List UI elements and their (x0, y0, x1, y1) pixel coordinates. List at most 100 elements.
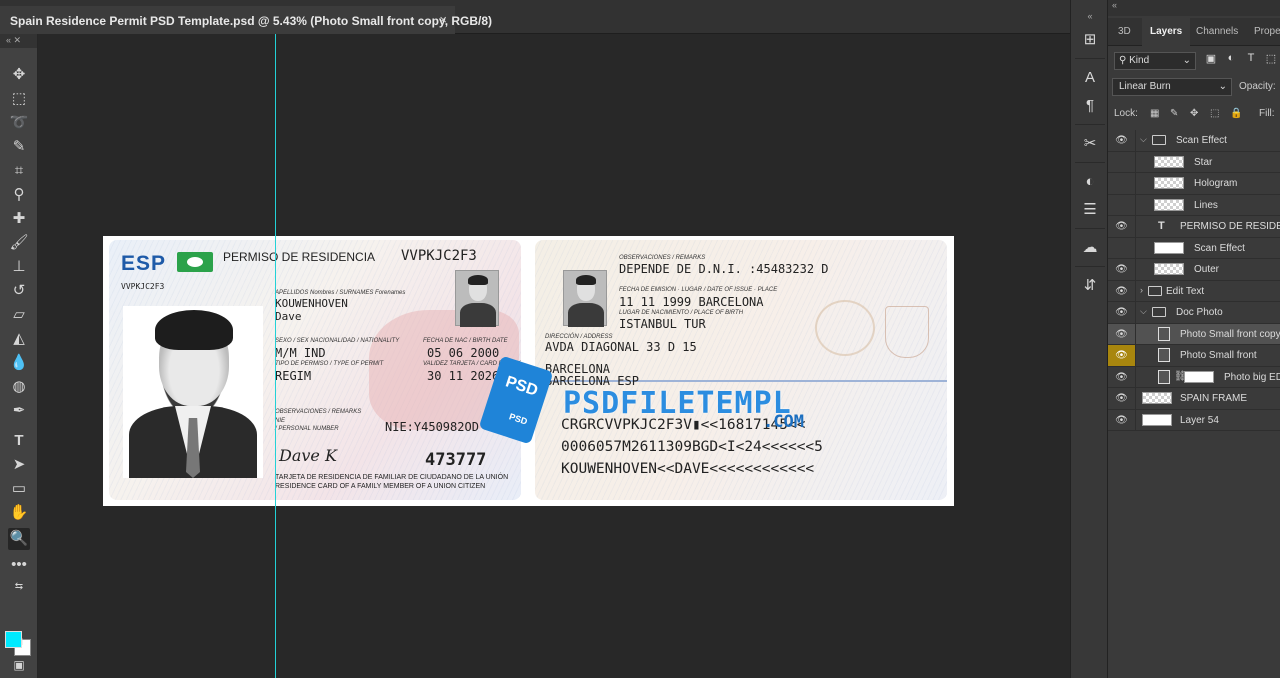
properties-icon[interactable]: ⊞ (1080, 30, 1100, 50)
brush-tool-icon[interactable]: 🖌 (8, 232, 30, 254)
screen-mode-icon[interactable]: ▣ (8, 654, 30, 676)
layer-name: Doc Photo (1176, 307, 1223, 318)
path-selection-tool-icon[interactable]: ➤ (8, 454, 30, 476)
issue: 11 11 1999 BARCELONA (619, 295, 764, 309)
smart-object-thumbnail (1158, 348, 1170, 362)
layer-row[interactable]: 👁 › Edit Text (1108, 280, 1280, 302)
eye-icon[interactable]: 👁 (1108, 345, 1136, 366)
panel-header[interactable]: « (1108, 0, 1280, 16)
quick-select-tool-icon[interactable]: ✎ (8, 136, 30, 158)
layer-row-selected[interactable]: 👁 Photo Small front copy (1108, 323, 1280, 345)
tab-3d[interactable]: 3D (1110, 18, 1139, 46)
type-tool-icon[interactable]: T (8, 430, 30, 452)
eye-icon[interactable]: 👁 (1108, 409, 1136, 430)
holder-photo (123, 306, 263, 478)
kind-filter-select[interactable]: ⚲ Kind ⌄ (1114, 52, 1196, 70)
eye-icon[interactable]: 👁 (1108, 194, 1136, 215)
layer-row[interactable]: 👁 Hologram (1108, 173, 1280, 195)
card-back: OBSERVACIONES / REMARKS DEPENDE DE D.N.I… (535, 240, 947, 500)
clone-stamp-tool-icon[interactable]: ⊥ (8, 256, 30, 278)
coat-of-arms-graphic (885, 306, 929, 358)
layer-name: Outer (1194, 264, 1220, 275)
eye-icon[interactable]: 👁 (1108, 323, 1136, 344)
eye-icon[interactable]: 👁 (1108, 237, 1136, 258)
layer-name: Hologram (1194, 178, 1238, 189)
tool-presets-icon[interactable]: ✂ (1080, 134, 1100, 154)
character-icon[interactable]: A (1080, 68, 1100, 88)
nie-small-label: NIE (275, 418, 286, 424)
document-canvas[interactable]: ESP PERMISO DE RESIDENCIA VVPKJC2F3 VVPK… (103, 236, 954, 506)
tools-panel-header[interactable]: « ✕ (0, 34, 37, 48)
layer-row[interactable]: 👁 Star (1108, 151, 1280, 173)
lasso-tool-icon[interactable]: ➰ (8, 112, 30, 134)
layer-row[interactable]: 👁 ⛓ Photo big EDIT (1108, 366, 1280, 388)
swap-colors-icon[interactable]: ⇆ (8, 576, 30, 598)
lock-artboard-icon[interactable]: ⬚ (1210, 108, 1219, 119)
filter-pixel-icon[interactable]: ▣ (1204, 52, 1218, 65)
hand-tool-icon[interactable]: ✋ (8, 502, 30, 524)
eye-icon[interactable]: 👁 (1108, 216, 1136, 237)
layer-row[interactable]: 👁 Outer (1108, 259, 1280, 281)
eye-icon[interactable]: 👁 (1108, 388, 1136, 409)
paint-bucket-tool-icon[interactable]: ◭ (8, 328, 30, 350)
layer-row[interactable]: 👁 T PERMISO DE RESIDENCIA (1108, 216, 1280, 238)
eyedropper-tool-icon[interactable]: ⚲ (8, 184, 30, 206)
filter-adjustment-icon[interactable]: ◐ (1224, 52, 1238, 64)
remarks-label: OBSERVACIONES / REMARKS (275, 409, 362, 415)
crop-tool-icon[interactable]: ⌗ (8, 160, 30, 182)
history-icon[interactable]: ⇵ (1080, 276, 1100, 296)
healing-brush-tool-icon[interactable]: ✚ (8, 208, 30, 230)
blend-mode-select[interactable]: Linear Burn ⌄ (1112, 78, 1232, 96)
eye-icon[interactable]: 👁 (1108, 366, 1136, 387)
eraser-tool-icon[interactable]: ▱ (8, 304, 30, 326)
document-tab[interactable]: Spain Residence Permit PSD Template.psd … (0, 6, 492, 34)
close-tab-icon[interactable]: × (439, 12, 447, 27)
watermark-text: PSDFILETEMPL (563, 386, 792, 421)
doc-title: PERMISO DE RESIDENCIA (223, 250, 376, 264)
vertical-guide[interactable] (275, 34, 276, 678)
zoom-tool-icon[interactable]: 🔍 (8, 528, 30, 550)
foreground-color-swatch[interactable] (5, 631, 22, 648)
lock-pixels-icon[interactable]: ✎ (1170, 108, 1178, 119)
tab-layers[interactable]: Layers (1142, 18, 1191, 46)
chevron-right-icon[interactable]: › (1140, 285, 1143, 295)
libraries-icon[interactable]: ☁ (1080, 238, 1100, 258)
marquee-tool-icon[interactable]: ⬚ (8, 88, 30, 110)
lock-all-icon[interactable]: 🔒 (1230, 108, 1242, 119)
card-number: 473777 (425, 450, 487, 470)
history-brush-tool-icon[interactable]: ↺ (8, 280, 30, 302)
chevron-down-icon[interactable]: ⌵ (1140, 134, 1147, 145)
paragraph-icon[interactable]: ¶ (1080, 96, 1100, 116)
eye-icon[interactable]: 👁 (1108, 259, 1136, 280)
dodge-tool-icon[interactable]: ◍ (8, 376, 30, 398)
eye-icon[interactable]: 👁 (1108, 151, 1136, 172)
pen-tool-icon[interactable]: ✒ (8, 400, 30, 422)
tab-properties[interactable]: Prope (1246, 18, 1280, 46)
layer-row[interactable]: 👁 Layer 54 (1108, 409, 1280, 431)
lock-position-icon[interactable]: ✥ (1190, 108, 1198, 119)
move-tool-icon[interactable]: ✥ (8, 64, 30, 86)
brush-settings-icon[interactable]: ☰ (1080, 200, 1100, 220)
chevron-down-icon[interactable]: ⌵ (1140, 306, 1147, 317)
layer-row[interactable]: 👁 Scan Effect (1108, 237, 1280, 259)
layer-row[interactable]: 👁 Lines (1108, 194, 1280, 216)
eye-icon[interactable]: 👁 (1108, 173, 1136, 194)
eye-icon[interactable]: 👁 (1108, 280, 1136, 301)
layer-row[interactable]: 👁 ⌵ Doc Photo (1108, 302, 1280, 324)
tab-channels[interactable]: Channels (1188, 18, 1246, 46)
lock-transparent-icon[interactable]: ▦ (1150, 108, 1159, 119)
rectangle-tool-icon[interactable]: ▭ (8, 478, 30, 500)
layer-row[interactable]: 👁 ⌵ Scan Effect (1108, 130, 1280, 152)
blur-tool-icon[interactable]: 💧 (8, 352, 30, 374)
filter-shape-icon[interactable]: ⬚ (1264, 52, 1278, 65)
eye-icon[interactable]: 👁 (1108, 130, 1136, 151)
adjustments-icon[interactable]: ◐ (1080, 172, 1100, 192)
more-tools-icon[interactable]: ••• (8, 554, 30, 576)
eye-icon[interactable]: 👁 (1108, 302, 1136, 323)
layer-row[interactable]: 👁 SPAIN FRAME (1108, 388, 1280, 410)
watermark-logo-icon (478, 355, 554, 445)
layer-row[interactable]: 👁 Photo Small front (1108, 345, 1280, 367)
collapse-panels-icon[interactable]: « (1080, 6, 1100, 26)
sex-nationality-label: SEXO / SEX NACIONALIDAD / NATIONALITY (275, 338, 400, 344)
filter-type-icon[interactable]: T (1244, 52, 1258, 64)
